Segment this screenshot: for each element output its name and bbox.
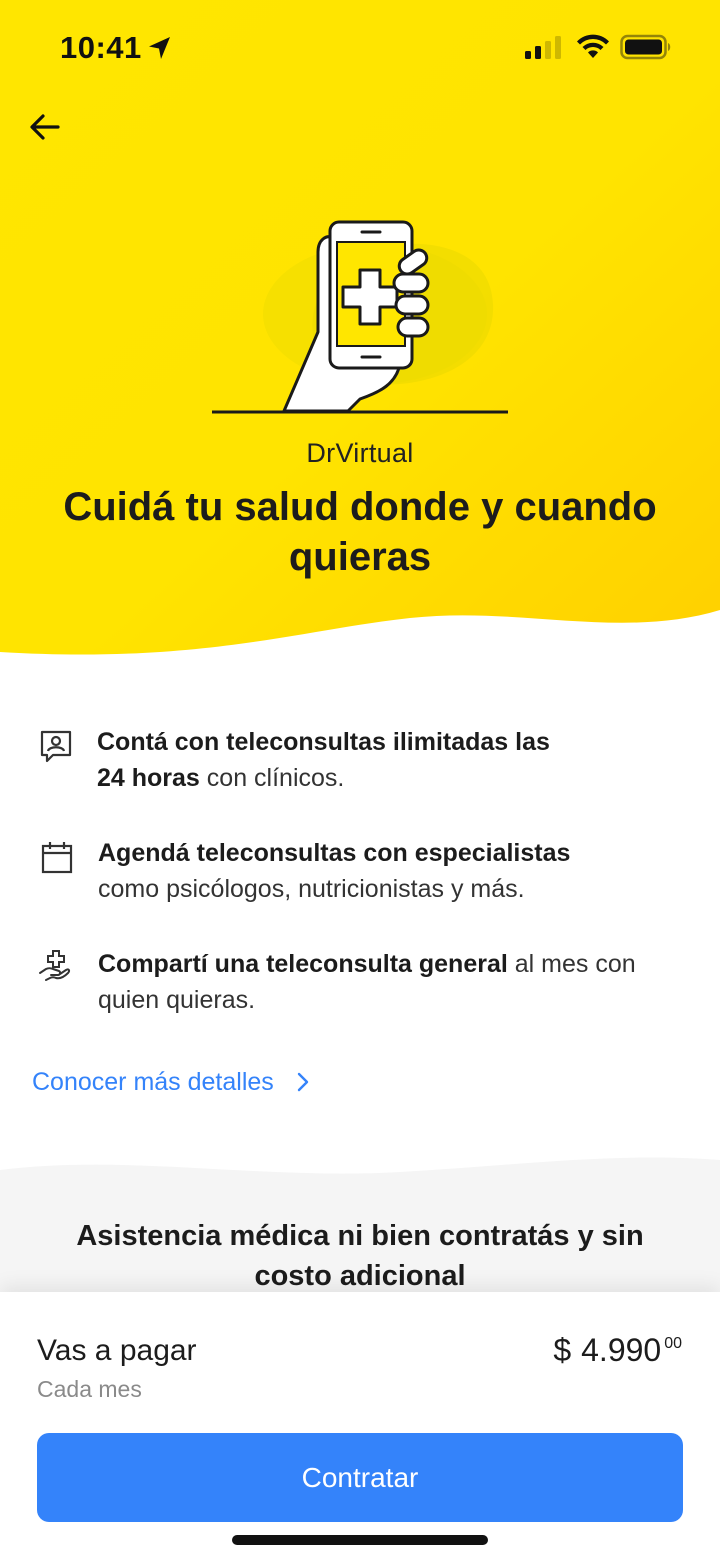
wifi-icon [577,34,609,58]
calendar-icon [41,842,73,874]
teleconsult-profile-icon [40,730,72,763]
feature-bold: Agendá teleconsultas con especialistas [98,839,571,867]
back-button[interactable] [22,104,68,150]
details-link-label: Conocer más detalles [32,1067,274,1096]
feature-rest: con clínicos. [199,764,345,792]
feature-bold: Compartí una teleconsulta general [98,950,508,978]
details-link[interactable]: Conocer más detalles [32,1062,310,1102]
location-arrow-icon [149,37,170,59]
price-amount: 4.990 [581,1332,662,1368]
payment-sheet: Vas a pagar Cada mes $ 4.990 00 Contrata… [0,1292,720,1559]
assistance-section: Asistencia médica ni bien contratás y si… [0,1140,720,1300]
home-indicator [232,1535,488,1545]
chevron-right-icon [297,1072,308,1092]
brand-name: DrVirtual [306,438,414,468]
feature-text: Contá con teleconsultas ilimitadas las 2… [97,724,677,796]
hero-section: 10:41 DrVirtual Cuidá tu salud donde y c… [0,0,720,680]
payment-price: $ 4.990 00 [553,1332,682,1369]
price-cents: 00 [664,1335,682,1352]
phone-in-hand-illustration [212,220,508,414]
battery-icon [620,34,671,60]
feature-bold: Contá con teleconsultas ilimitadas las [97,728,550,756]
contratar-button[interactable]: Contratar [37,1433,683,1522]
status-bar: 10:41 [0,0,720,96]
price-currency: $ [553,1332,572,1368]
feature-text: Agendá teleconsultas con especialistas c… [98,835,678,907]
hand-plus-icon [39,950,71,981]
payment-period: Cada mes [37,1376,142,1402]
arrow-left-icon [30,114,60,140]
cellular-signal-icon [525,36,561,59]
page-title: Cuidá tu salud donde y cuando quieras [63,485,657,579]
feature-bold: 24 horas [97,764,200,792]
status-time: 10:41 [60,30,142,65]
assistance-text: Asistencia médica ni bien contratás y si… [76,1220,644,1292]
payment-label: Vas a pagar [37,1334,197,1367]
feature-text: Compartí una teleconsulta general al mes… [98,946,678,1018]
feature-rest: como psicólogos, nutricionistas y más. [98,875,525,903]
